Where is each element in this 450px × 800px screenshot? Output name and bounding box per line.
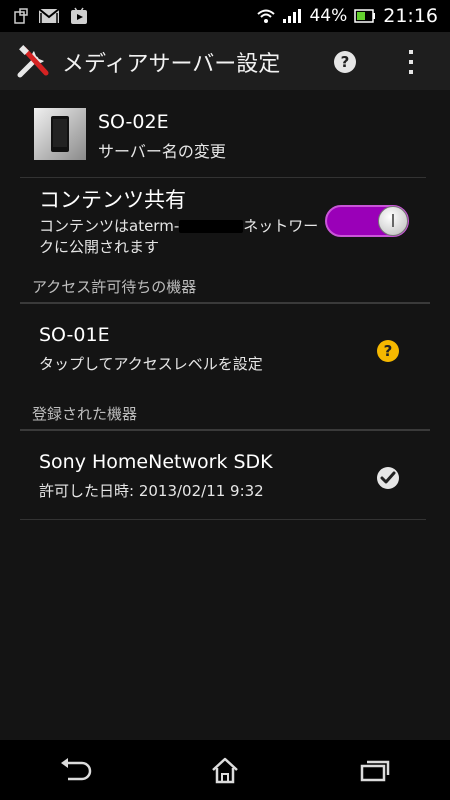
home-icon [212, 757, 238, 784]
play-store-icon [71, 7, 87, 24]
page-title: メディアサーバー設定 [62, 52, 281, 77]
battery-percent: 44% [309, 6, 348, 26]
server-name-row[interactable]: SO-02E サーバー名の変更 [20, 102, 428, 176]
wifi-icon [257, 9, 276, 23]
action-bar: メディアサーバー設定 ? [0, 32, 450, 91]
svg-text:?: ? [341, 53, 350, 71]
home-button[interactable] [185, 745, 265, 795]
registered-device-date: 許可した日時: 2013/02/11 9:32 [39, 482, 264, 500]
divider [20, 519, 426, 520]
svg-text:?: ? [384, 342, 393, 360]
battery-icon [354, 9, 376, 23]
overflow-menu-icon[interactable] [406, 48, 416, 76]
check-badge-icon [377, 467, 399, 489]
server-rename-label: サーバー名の変更 [98, 142, 226, 161]
content-sharing-description: コンテンツはaterm- ネットワークに公開されます [39, 216, 319, 258]
server-name: SO-02E [98, 111, 169, 133]
question-badge-icon: ? [377, 340, 399, 362]
back-button[interactable] [35, 745, 115, 795]
content-sharing-title: コンテンツ共有 [39, 188, 186, 212]
section-divider [20, 302, 430, 304]
content-sharing-row[interactable]: コンテンツ共有 コンテンツはaterm- ネットワークに公開されます [20, 178, 428, 268]
signal-icon [283, 9, 302, 23]
navigation-bar [0, 740, 450, 800]
redaction-mark [179, 220, 244, 233]
pending-device-name: SO-01E [39, 324, 110, 346]
recent-apps-button[interactable] [335, 745, 415, 795]
pending-device-row[interactable]: SO-01E タップしてアクセスレベルを設定 ? [20, 312, 428, 390]
registered-section-header: 登録された機器 [32, 405, 138, 423]
back-icon [61, 758, 92, 781]
settings-tools-icon[interactable] [16, 45, 50, 79]
content-sharing-toggle[interactable] [325, 205, 409, 237]
clock: 21:16 [383, 5, 438, 27]
gmail-icon [38, 8, 60, 23]
registered-device-row[interactable]: Sony HomeNetwork SDK 許可した日時: 2013/02/11 … [20, 439, 428, 517]
toggle-knob [378, 206, 408, 236]
pending-section-header: アクセス許可待ちの機器 [32, 278, 197, 296]
help-icon[interactable]: ? [333, 50, 357, 74]
device-thumbnail-icon [34, 108, 86, 160]
settings-content: SO-02E サーバー名の変更 コンテンツ共有 コンテンツはaterm- ネットワ… [0, 90, 450, 740]
status-bar: 44% 21:16 [0, 0, 450, 32]
sim-icon [14, 8, 28, 24]
section-divider [20, 429, 430, 431]
content-sharing-desc-part1: コンテンツはaterm- [39, 217, 180, 235]
registered-device-name: Sony HomeNetwork SDK [39, 451, 273, 473]
pending-device-hint: タップしてアクセスレベルを設定 [39, 355, 263, 373]
recent-apps-icon [360, 760, 390, 782]
